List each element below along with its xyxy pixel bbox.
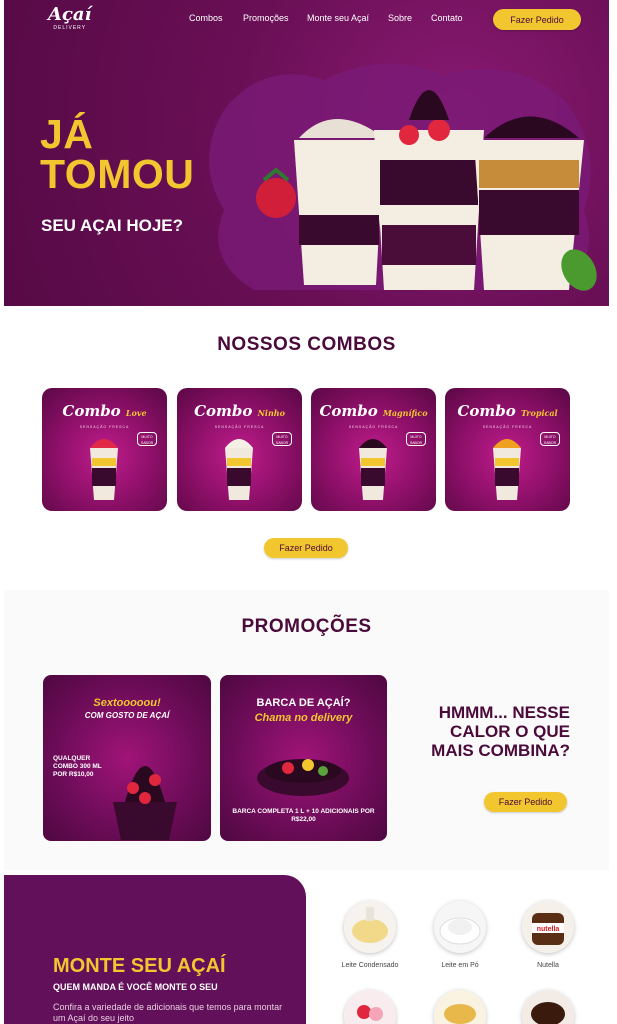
topping-leite-condensado[interactable]: Leite Condensado <box>340 901 400 969</box>
combo-card-tropical[interactable]: Combo Tropical SENSAÇÃO FRESCA MUITO SAB… <box>445 388 570 511</box>
svg-text:nutella: nutella <box>537 926 560 933</box>
combo-card-title: Combo Ninho <box>194 402 285 420</box>
hero-title: JÁ TOMOU <box>40 111 195 197</box>
topping-nutella[interactable]: nutella Nutella <box>518 901 578 969</box>
monte-description: Confira a variedade de adicionais que te… <box>53 1002 283 1023</box>
combo-card-magnifico[interactable]: Combo Magnífico SENSAÇÃO FRESCA MUITO SA… <box>311 388 436 511</box>
promos-order-button[interactable]: Fazer Pedido <box>484 792 567 812</box>
granola-icon <box>434 990 486 1024</box>
brand-logo[interactable]: Açaí DELIVERY <box>48 4 92 32</box>
logo-text: Açaí <box>48 4 92 25</box>
topping-label: Leite Condensado <box>341 962 399 969</box>
combo-tagline: SENSAÇÃO FRESCA <box>482 425 533 429</box>
monte-section: MONTE SEU AÇAÍ QUEM MANDA É VOCÊ MONTE O… <box>4 875 306 1024</box>
combo-card-title: Combo Tropical <box>457 402 558 420</box>
nav-link-promocoes[interactable]: Promoções <box>243 13 289 23</box>
promos-title: PROMOÇÕES <box>241 616 372 637</box>
hero-banner: Açaí DELIVERY Combos Promoções Monte seu… <box>4 0 609 306</box>
combo-card-love[interactable]: Combo Love SENSAÇÃO FRESCA MUITO SABOR <box>42 388 167 511</box>
acai-cup-icon <box>359 439 387 500</box>
nav-link-sobre[interactable]: Sobre <box>388 13 412 23</box>
combo-bubble: MUITO SABOR <box>406 432 426 446</box>
combo-bubble: MUITO SABOR <box>272 432 292 446</box>
combo-card-title: Combo Love <box>62 402 147 420</box>
nutella-icon: nutella <box>522 901 574 953</box>
promo-card-text: QUALQUER COMBO 300 ML POR R$10,00 <box>53 755 102 778</box>
combo-card-title: Combo Magnífico <box>319 402 428 420</box>
promo-card-barca[interactable]: BARCA DE AÇAÍ? Chama no delivery BARCA C… <box>220 675 387 841</box>
promo-card-heading: BARCA DE AÇAÍ? <box>256 697 351 709</box>
acai-sundae-icon <box>113 766 177 840</box>
promo-card-subheading: COM GOSTO DE AÇAÍ <box>84 711 170 720</box>
nav-link-contato[interactable]: Contato <box>431 13 463 23</box>
topping-item[interactable] <box>518 990 578 1024</box>
topping-leite-em-po[interactable]: Leite em Pó <box>430 901 490 969</box>
acai-boat-icon <box>257 759 349 796</box>
promo-cta-text: HMMM... NESSE CALOR O QUE MAIS COMBINA? <box>431 703 570 760</box>
combo-tagline: SENSAÇÃO FRESCA <box>348 425 399 429</box>
combo-bubble: MUITO SABOR <box>137 432 157 446</box>
topping-label: Nutella <box>537 962 559 969</box>
nav-order-button[interactable]: Fazer Pedido <box>493 9 581 30</box>
acai-cup-icon <box>225 439 253 500</box>
combo-card-ninho[interactable]: Combo Ninho SENSAÇÃO FRESCA MUITO SABOR <box>177 388 302 511</box>
acai-cups-illustration <box>209 63 597 291</box>
logo-subtext: DELIVERY <box>53 25 87 31</box>
combo-tagline: SENSAÇÃO FRESCA <box>79 425 130 429</box>
combo-bubble: MUITO SABOR <box>540 432 560 446</box>
hero-subtitle: SEU AÇAI HOJE? <box>41 216 184 235</box>
chocolate-icon <box>522 990 574 1024</box>
promo-card-sextou[interactable]: Sextooooou! COM GOSTO DE AÇAÍ QUALQUER C… <box>43 675 211 841</box>
strawberry-cream-icon <box>344 990 396 1024</box>
top-navigation: Açaí DELIVERY Combos Promoções Monte seu… <box>4 0 609 40</box>
monte-title: MONTE SEU AÇAÍ <box>53 955 226 977</box>
promo-card-subheading: Chama no delivery <box>254 712 353 724</box>
promo-card-heading: Sextooooou! <box>93 697 161 709</box>
powdered-milk-icon <box>434 901 486 953</box>
combos-title: NOSSOS COMBOS <box>217 334 396 355</box>
hero-title-line1: JÁ <box>40 111 94 157</box>
condensed-milk-icon <box>344 901 396 953</box>
topping-item[interactable] <box>430 990 490 1024</box>
combos-order-button[interactable]: Fazer Pedido <box>264 538 348 558</box>
nav-link-combos[interactable]: Combos <box>189 13 223 23</box>
acai-cup-icon <box>493 439 521 500</box>
monte-subtitle: QUEM MANDA É VOCÊ MONTE O SEU <box>53 982 218 992</box>
acai-cup-icon <box>90 439 118 500</box>
topping-label: Leite em Pó <box>441 962 479 969</box>
nav-link-monte[interactable]: Monte seu Açaí <box>307 13 369 23</box>
combo-tagline: SENSAÇÃO FRESCA <box>214 425 265 429</box>
promo-card-text: BARCA COMPLETA 1 L + 10 ADICIONAIS POR R… <box>232 808 375 823</box>
hero-title-line2: TOMOU <box>40 151 195 197</box>
topping-item[interactable] <box>340 990 400 1024</box>
